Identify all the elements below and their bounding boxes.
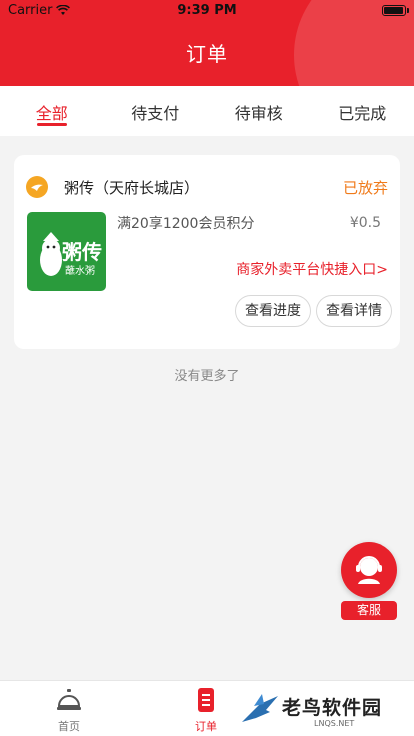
watermark-subtext: LNQS.NET — [314, 719, 355, 728]
service-bell-icon — [29, 685, 109, 715]
nav-orders[interactable]: 订单 — [166, 685, 246, 734]
watermark-text: 老鸟软件园 — [282, 697, 383, 719]
customer-service-button[interactable]: 客服 — [341, 542, 399, 620]
nav-home[interactable]: 首页 — [29, 685, 109, 734]
status-bar: Carrier 9:39 PM — [0, 0, 414, 22]
tab-pending-review[interactable]: 待审核 — [207, 86, 311, 136]
item-price: ¥0.5 — [349, 215, 381, 231]
customer-service-label: 客服 — [341, 601, 397, 620]
product-thumbnail: 粥传 蘸水粥 — [27, 212, 106, 291]
item-title: 满20享1200会员积分 — [117, 216, 255, 232]
bird-logo-icon — [242, 694, 278, 722]
store-logo-icon — [26, 176, 48, 198]
page-title: 订单 — [186, 42, 228, 66]
store-name: 粥传（天府长城店） — [64, 179, 200, 197]
tab-pending-payment[interactable]: 待支付 — [104, 86, 208, 136]
merchant-delivery-link[interactable]: 商家外卖平台快捷入口> — [236, 259, 388, 279]
battery-icon — [382, 5, 409, 16]
tab-all[interactable]: 全部 — [0, 86, 104, 136]
status-time: 9:39 PM — [177, 3, 237, 18]
app-header: Carrier 9:39 PM 订单 — [0, 0, 414, 86]
order-status-badge: 已放弃 — [342, 179, 388, 197]
nav-home-label: 首页 — [58, 720, 80, 733]
headset-icon — [341, 542, 397, 598]
view-progress-button[interactable]: 查看进度 — [235, 295, 311, 327]
thumb-brand-subtext: 蘸水粥 — [65, 266, 95, 277]
tab-completed[interactable]: 已完成 — [311, 86, 414, 136]
thumb-brand-text: 粥传 — [62, 240, 102, 264]
nav-orders-label: 订单 — [195, 720, 217, 733]
watermark: 老鸟软件园 LNQS.NET — [240, 690, 400, 730]
order-list-icon — [166, 685, 246, 715]
no-more-text: 没有更多了 — [174, 369, 240, 384]
order-card[interactable]: 粥传（天府长城店） 已放弃 粥传 蘸水粥 满20享1200会员积分 ¥0.5 商… — [14, 155, 400, 349]
view-details-button[interactable]: 查看详情 — [316, 295, 392, 327]
order-tabs: 全部 待支付 待审核 已完成 — [0, 86, 414, 136]
